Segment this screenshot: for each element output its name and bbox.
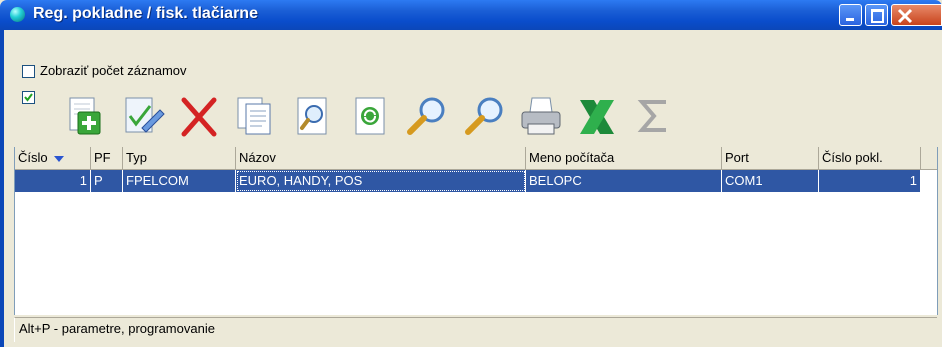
refresh-button[interactable]	[348, 94, 394, 140]
title-bar[interactable]: Reg. pokladne / fisk. tlačiarne	[0, 0, 942, 30]
cell-cislo-pokl[interactable]: 1	[819, 170, 921, 192]
sort-desc-icon	[53, 155, 64, 162]
show-count-checkbox[interactable]	[22, 65, 35, 78]
search-icon	[407, 97, 445, 135]
table-row[interactable]: 1 P FPELCOM EURO, HANDY, POS BELOPC COM1…	[15, 170, 921, 192]
records-grid[interactable]: Číslo PF Typ Názov Meno počítača Port Čí…	[14, 147, 938, 315]
copy-button[interactable]	[232, 94, 278, 140]
col-header-label: Číslo	[18, 150, 48, 165]
app-icon	[10, 7, 25, 22]
sum-button[interactable]	[632, 94, 678, 140]
col-header-pf[interactable]: PF	[91, 147, 123, 170]
status-bar: Alt+P - parametre, programovanie	[14, 317, 937, 342]
maximize-button[interactable]	[865, 4, 888, 26]
cell-port[interactable]: COM1	[722, 170, 819, 192]
print-icon	[521, 97, 561, 135]
copy-icon	[237, 97, 271, 135]
minimize-button[interactable]	[839, 4, 862, 26]
app-window: Reg. pokladne / fisk. tlačiarne Zobraziť…	[0, 0, 942, 347]
delete-icon	[181, 97, 217, 137]
show-count-label: Zobraziť počet záznamov	[40, 63, 187, 78]
print-button[interactable]	[518, 94, 564, 140]
col-header-nazov[interactable]: Názov	[236, 147, 526, 170]
option-checkbox[interactable]	[22, 91, 35, 104]
col-header-filler	[921, 147, 937, 170]
edit-button[interactable]	[120, 94, 166, 140]
window-left-border	[0, 30, 4, 347]
excel-icon	[580, 100, 614, 134]
cell-typ[interactable]: FPELCOM	[123, 170, 236, 192]
col-header-port[interactable]: Port	[722, 147, 819, 170]
search-next-icon	[465, 97, 503, 135]
edit-icon	[125, 97, 165, 133]
window-title: Reg. pokladne / fisk. tlačiarne	[33, 5, 258, 22]
add-button[interactable]	[64, 94, 110, 140]
search-button[interactable]	[404, 94, 450, 140]
excel-button[interactable]	[574, 94, 620, 140]
sum-icon	[637, 100, 666, 132]
col-header-cislo-pokl[interactable]: Číslo pokl.	[819, 147, 921, 170]
view-icon	[297, 97, 327, 135]
check-icon	[24, 93, 33, 102]
close-icon	[897, 8, 913, 24]
status-text: Alt+P - parametre, programovanie	[19, 321, 215, 336]
close-button[interactable]	[891, 4, 942, 26]
search-next-button[interactable]	[462, 94, 508, 140]
cell-cislo[interactable]: 1	[15, 170, 91, 192]
col-header-typ[interactable]: Typ	[123, 147, 236, 170]
add-icon	[69, 97, 101, 135]
view-button[interactable]	[290, 94, 336, 140]
cell-meno-pocitaca[interactable]: BELOPC	[526, 170, 722, 192]
cell-pf[interactable]: P	[91, 170, 123, 192]
refresh-icon	[355, 97, 385, 135]
col-header-cislo[interactable]: Číslo	[15, 147, 91, 170]
col-header-meno-pocitaca[interactable]: Meno počítača	[526, 147, 722, 170]
cell-nazov[interactable]: EURO, HANDY, POS	[236, 170, 526, 192]
delete-button[interactable]	[176, 94, 222, 140]
